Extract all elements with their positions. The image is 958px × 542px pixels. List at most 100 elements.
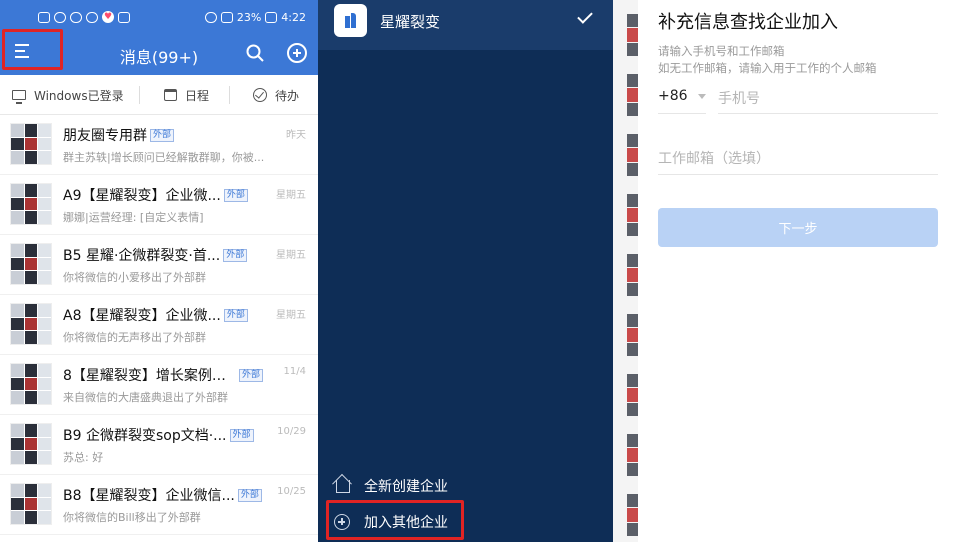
conversation-time: 11/4	[283, 366, 306, 377]
conversation-name: B5 星耀·企微群裂变·首... 外部	[63, 245, 263, 265]
plus-circle-icon	[334, 514, 350, 530]
conversation-item[interactable]: 8【星耀裂变】增长案例分... 外部 来自微信的大唐盛典退出了外部群 11/4	[0, 355, 318, 415]
windows-login-label: Windows已登录	[34, 88, 124, 103]
calendar-icon	[164, 89, 177, 101]
conversation-item[interactable]: B8【星耀裂变】企业微信... 外部 你将微信的Bill移出了外部群 10/25	[0, 475, 318, 535]
group-avatar	[10, 483, 52, 525]
conversation-preview: 娜娜|运营经理: [自定义表情]	[63, 211, 204, 224]
background-list-strip	[613, 0, 638, 542]
form-hint: 请输入手机号和工作邮箱 如无工作邮箱，请输入用于工作的个人邮箱	[658, 43, 948, 77]
phone-input[interactable]	[718, 84, 938, 114]
battery-percent: 23%	[236, 11, 262, 24]
conversation-item[interactable]: A8【星耀裂变】企业微... 外部 你将微信的无声移出了外部群 星期五	[0, 295, 318, 355]
create-company-button[interactable]: 全新创建企业	[330, 469, 448, 503]
company-logo	[334, 4, 367, 37]
group-avatar	[627, 374, 638, 416]
todo-label: 待办	[275, 88, 300, 103]
company-drawer: 星耀裂变 全新创建企业 加入其他企业	[318, 0, 613, 542]
group-avatar	[627, 494, 638, 536]
check-circle-icon	[253, 88, 267, 102]
conversation-preview: 苏总: 好	[63, 451, 104, 464]
home-icon	[336, 479, 350, 493]
join-other-company-label: 加入其他企业	[364, 515, 448, 531]
conversation-time: 星期五	[276, 250, 306, 261]
conversation-item[interactable]: B9 企微群裂变sop文档·... 外部 苏总: 好 10/29	[0, 415, 318, 475]
messages-header: ♥ 23% 4:22 消息(99+)	[0, 0, 318, 75]
heart-app-icon: ♥	[102, 11, 114, 23]
conversation-name: B8【星耀裂变】企业微信... 外部	[63, 485, 263, 505]
conversation-preview: 你将微信的无声移出了外部群	[63, 331, 206, 344]
work-email-input[interactable]	[658, 143, 938, 175]
group-avatar	[10, 243, 52, 285]
group-avatar	[10, 183, 52, 225]
status-right: 23% 4:22	[204, 11, 306, 24]
external-badge: 外部	[223, 248, 248, 262]
search-icon[interactable]	[246, 44, 264, 62]
chat-notify-icon	[70, 11, 82, 23]
schedule-button[interactable]: 日程	[164, 85, 209, 105]
add-icon[interactable]	[287, 43, 307, 63]
conversation-name: 8【星耀裂变】增长案例分... 外部	[63, 365, 263, 385]
conversation-list: 朋友圈专用群 外部 群主苏轶|增长顾问已经解散群聊，你被... 昨天 A9【星耀裂…	[0, 115, 318, 535]
windows-login-button[interactable]: Windows已登录	[12, 85, 124, 105]
group-avatar	[10, 123, 52, 165]
group-avatar	[10, 363, 52, 405]
group-avatar	[627, 14, 638, 56]
external-badge: 外部	[237, 488, 262, 502]
conversation-time: 星期五	[276, 310, 306, 321]
page-title: 消息(99+)	[119, 48, 199, 67]
hint-line-1: 请输入手机号和工作邮箱	[658, 44, 785, 58]
alarm-icon	[204, 12, 217, 23]
vibrate-icon	[220, 12, 233, 23]
external-badge: 外部	[223, 308, 248, 322]
quick-bar: Windows已登录 日程 待办	[0, 75, 318, 115]
conversation-time: 星期五	[276, 190, 306, 201]
conversation-time: 昨天	[286, 130, 306, 141]
sim-icon	[38, 11, 50, 23]
battery-icon	[265, 12, 278, 23]
group-avatar	[627, 74, 638, 116]
conversation-time: 10/25	[277, 486, 306, 497]
country-code-select[interactable]: +86	[658, 84, 706, 114]
company-name: 星耀裂变	[380, 13, 441, 31]
conversation-item[interactable]: 朋友圈专用群 外部 群主苏轶|增长顾问已经解散群聊，你被... 昨天	[0, 115, 318, 175]
conversation-item[interactable]: B5 星耀·企微群裂变·首... 外部 你将微信的小爱移出了外部群 星期五	[0, 235, 318, 295]
wifi-icon	[54, 11, 66, 23]
conversation-preview: 群主苏轶|增长顾问已经解散群聊，你被...	[63, 151, 265, 164]
group-avatar	[10, 303, 52, 345]
external-badge: 外部	[229, 428, 254, 442]
messages-panel: ♥ 23% 4:22 消息(99+) Windows已登录 日程 待办 朋友圈专…	[0, 0, 318, 542]
group-avatar	[627, 314, 638, 356]
current-company-row[interactable]: 星耀裂变	[318, 0, 613, 50]
todo-button[interactable]: 待办	[253, 85, 299, 105]
external-badge: 外部	[238, 368, 263, 382]
phone-row: +86	[658, 84, 938, 116]
conversation-preview: 你将微信的小爱移出了外部群	[63, 271, 206, 284]
divider	[229, 86, 230, 104]
form-title: 补充信息查找企业加入	[658, 12, 838, 33]
schedule-label: 日程	[185, 88, 210, 103]
conversation-item[interactable]: A9【星耀裂变】企业微... 外部 娜娜|运营经理: [自定义表情] 星期五	[0, 175, 318, 235]
group-avatar	[627, 434, 638, 476]
conversation-preview: 你将微信的Bill移出了外部群	[63, 511, 201, 524]
qq-notify-icon	[86, 11, 98, 23]
conversation-preview: 来自微信的大唐盛典退出了外部群	[63, 391, 228, 404]
create-company-label: 全新创建企业	[364, 479, 448, 495]
conversation-name: A9【星耀裂变】企业微... 外部	[63, 185, 263, 205]
checkmark-icon	[577, 8, 593, 24]
chevron-down-icon	[698, 94, 706, 99]
group-avatar	[627, 254, 638, 296]
external-badge: 外部	[223, 188, 248, 202]
monitor-icon	[12, 90, 26, 104]
group-avatar	[627, 194, 638, 236]
divider	[139, 86, 140, 104]
group-avatar	[10, 423, 52, 465]
country-code-value: +86	[658, 88, 688, 104]
next-step-button[interactable]: 下一步	[658, 208, 938, 247]
conversation-time: 10/29	[277, 426, 306, 437]
join-other-company-button[interactable]: 加入其他企业	[330, 505, 448, 539]
status-left-icons: ♥	[38, 11, 130, 23]
conversation-name: B9 企微群裂变sop文档·... 外部	[63, 425, 263, 445]
external-badge: 外部	[150, 128, 175, 142]
hint-line-2: 如无工作邮箱，请输入用于工作的个人邮箱	[658, 61, 877, 75]
